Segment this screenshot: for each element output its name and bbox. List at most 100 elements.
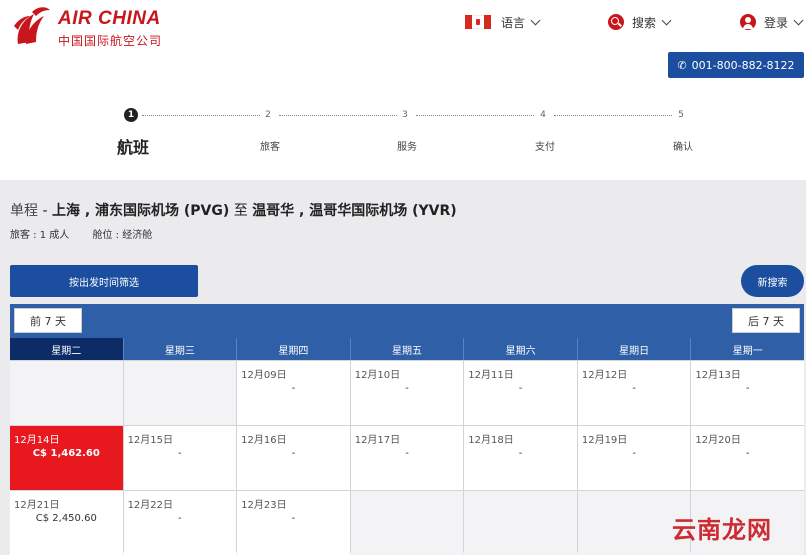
cell-date: 12月17日 — [354, 435, 401, 446]
chevron-down-icon — [530, 15, 541, 25]
step-divider — [416, 115, 534, 116]
calendar-cell-selected[interactable]: 12月14日 C$ 1,462.60 — [10, 426, 123, 490]
trip-destination: 温哥华 , 温哥华国际机场 (YVR) — [252, 203, 457, 219]
search-icon — [608, 14, 624, 30]
cell-fare: - — [632, 448, 636, 459]
calendar-weekday-header: 星期二 星期三 星期四 星期五 星期六 星期日 星期一 — [10, 338, 805, 360]
weekday-header: 星期四 — [237, 338, 351, 360]
calendar-cell[interactable]: 12月15日 - — [123, 426, 237, 490]
new-search-button[interactable]: 新搜索 — [741, 265, 804, 297]
user-icon — [740, 14, 756, 30]
phone-icon: ✆ — [677, 58, 687, 72]
calendar-cell[interactable]: 12月22日 - — [123, 491, 237, 555]
cell-fare: - — [178, 448, 182, 459]
logo-text-cn: 中国国际航空公司 — [58, 34, 163, 48]
passenger-count: 旅客 : 1 成人 — [10, 230, 70, 241]
cell-date: 12月22日 — [127, 500, 174, 511]
air-china-logo[interactable]: AIR CHINA 中国国际航空公司 — [12, 4, 172, 48]
calendar-cell[interactable]: 12月19日 - — [577, 426, 691, 490]
booking-steps: 1 2 3 4 5 航班 旅客 服务 支付 确认 — [0, 96, 806, 176]
cell-fare: - — [518, 448, 523, 459]
step-5-number: 5 — [678, 110, 684, 120]
flight-results-area: 单程 - 上海 , 浦东国际机场 (PVG) 至 温哥华 , 温哥华国际机场 (… — [0, 180, 806, 555]
cell-date: 12月13日 — [695, 370, 741, 381]
cell-date: 12月10日 — [354, 370, 401, 381]
weekday-header: 星期三 — [123, 338, 238, 360]
cell-date: 12月14日 — [14, 435, 60, 446]
step-4-number: 4 — [540, 110, 546, 120]
calendar-cell-empty — [10, 361, 123, 425]
logo-text-en: AIR CHINA — [58, 8, 161, 29]
calendar-cell[interactable]: 12月18日 - — [464, 426, 577, 490]
weekday-header: 星期六 — [464, 338, 578, 360]
language-selector[interactable]: 语言 — [465, 12, 541, 32]
prev-7-days-button[interactable]: 前 7 天 — [14, 308, 82, 333]
cell-fare: - — [291, 448, 296, 459]
login-menu[interactable]: 登录 — [740, 12, 804, 32]
canada-flag-icon — [465, 15, 491, 29]
calendar-cell[interactable]: 12月10日 - — [350, 361, 464, 425]
site-header: AIR CHINA 中国国际航空公司 语言 搜索 登录 — [0, 0, 806, 50]
cabin-class: 舱位 : 经济舱 — [92, 230, 153, 241]
cell-date: 12月16日 — [241, 435, 287, 446]
language-label: 语言 — [501, 15, 526, 30]
calendar-cell[interactable]: 12月11日 - — [464, 361, 577, 425]
login-label: 登录 — [764, 15, 789, 30]
calendar-cell[interactable]: 12月16日 - — [237, 426, 350, 490]
step-divider — [554, 115, 672, 116]
trip-route: 单程 - 上海 , 浦东国际机场 (PVG) 至 温哥华 , 温哥华国际机场 (… — [10, 200, 457, 220]
cell-fare: - — [291, 513, 296, 524]
calendar-cell-empty — [350, 491, 464, 555]
search-menu[interactable]: 搜索 — [608, 12, 672, 32]
phone-number: 001-800-882-8122 — [691, 58, 795, 72]
weekday-header: 星期一 — [691, 338, 805, 360]
cell-fare: - — [745, 448, 750, 459]
weekday-header: 星期五 — [350, 338, 465, 360]
step-3-label: 服务 — [397, 142, 417, 153]
cell-date: 12月09日 — [241, 370, 287, 381]
step-2-label: 旅客 — [260, 142, 280, 153]
search-label: 搜索 — [632, 15, 657, 30]
cell-fare: C$ 1,462.60 — [32, 448, 100, 459]
step-divider — [279, 115, 397, 116]
cell-date: 12月11日 — [468, 370, 514, 381]
step-3-number: 3 — [402, 110, 408, 120]
calendar-cell[interactable]: 12月17日 - — [350, 426, 464, 490]
calendar-cell[interactable]: 12月12日 - — [577, 361, 691, 425]
trip-to: 至 — [229, 203, 253, 219]
filter-by-departure-button[interactable]: 按出发时间筛选 — [10, 265, 198, 297]
trip-separator: - — [38, 203, 52, 219]
next-7-days-button[interactable]: 后 7 天 — [732, 308, 800, 333]
step-5-label: 确认 — [673, 142, 693, 153]
phone-button[interactable]: ✆ 001-800-882-8122 — [668, 52, 804, 78]
cell-fare: - — [518, 383, 523, 394]
calendar-cell[interactable]: 12月09日 - — [237, 361, 350, 425]
calendar-cell[interactable]: 12月20日 - — [691, 426, 804, 490]
step-2-number: 2 — [265, 110, 271, 120]
calendar-cell[interactable]: 12月21日 C$ 2,450.60 — [10, 491, 123, 555]
cell-fare: - — [178, 513, 182, 524]
cell-fare: - — [405, 448, 409, 459]
trip-type: 单程 — [10, 203, 38, 219]
calendar-cell[interactable]: 12月23日 - — [237, 491, 350, 555]
cell-date: 12月23日 — [241, 500, 287, 511]
cell-fare: - — [405, 383, 409, 394]
trip-details: 旅客 : 1 成人 舱位 : 经济舱 — [10, 226, 172, 241]
cell-fare: - — [745, 383, 750, 394]
calendar-cell-empty — [123, 361, 237, 425]
cell-date: 12月19日 — [581, 435, 628, 446]
step-1-number: 1 — [124, 108, 138, 122]
calendar-cell[interactable]: 12月13日 - — [691, 361, 804, 425]
step-1-label: 航班 — [116, 138, 150, 157]
cell-fare: C$ 2,450.60 — [35, 513, 97, 524]
watermark-text: 云南龙网 — [672, 516, 772, 544]
chevron-down-icon — [793, 15, 804, 25]
cell-date: 12月12日 — [581, 370, 628, 381]
cell-fare: - — [291, 383, 296, 394]
calendar-nav-bar: 前 7 天 后 7 天 — [10, 304, 804, 338]
cell-date: 12月15日 — [127, 435, 174, 446]
trip-origin: 上海 , 浦东国际机场 (PVG) — [51, 203, 230, 219]
cell-date: 12月20日 — [695, 435, 741, 446]
cell-date: 12月21日 — [14, 500, 60, 511]
weekday-header: 星期日 — [577, 338, 692, 360]
